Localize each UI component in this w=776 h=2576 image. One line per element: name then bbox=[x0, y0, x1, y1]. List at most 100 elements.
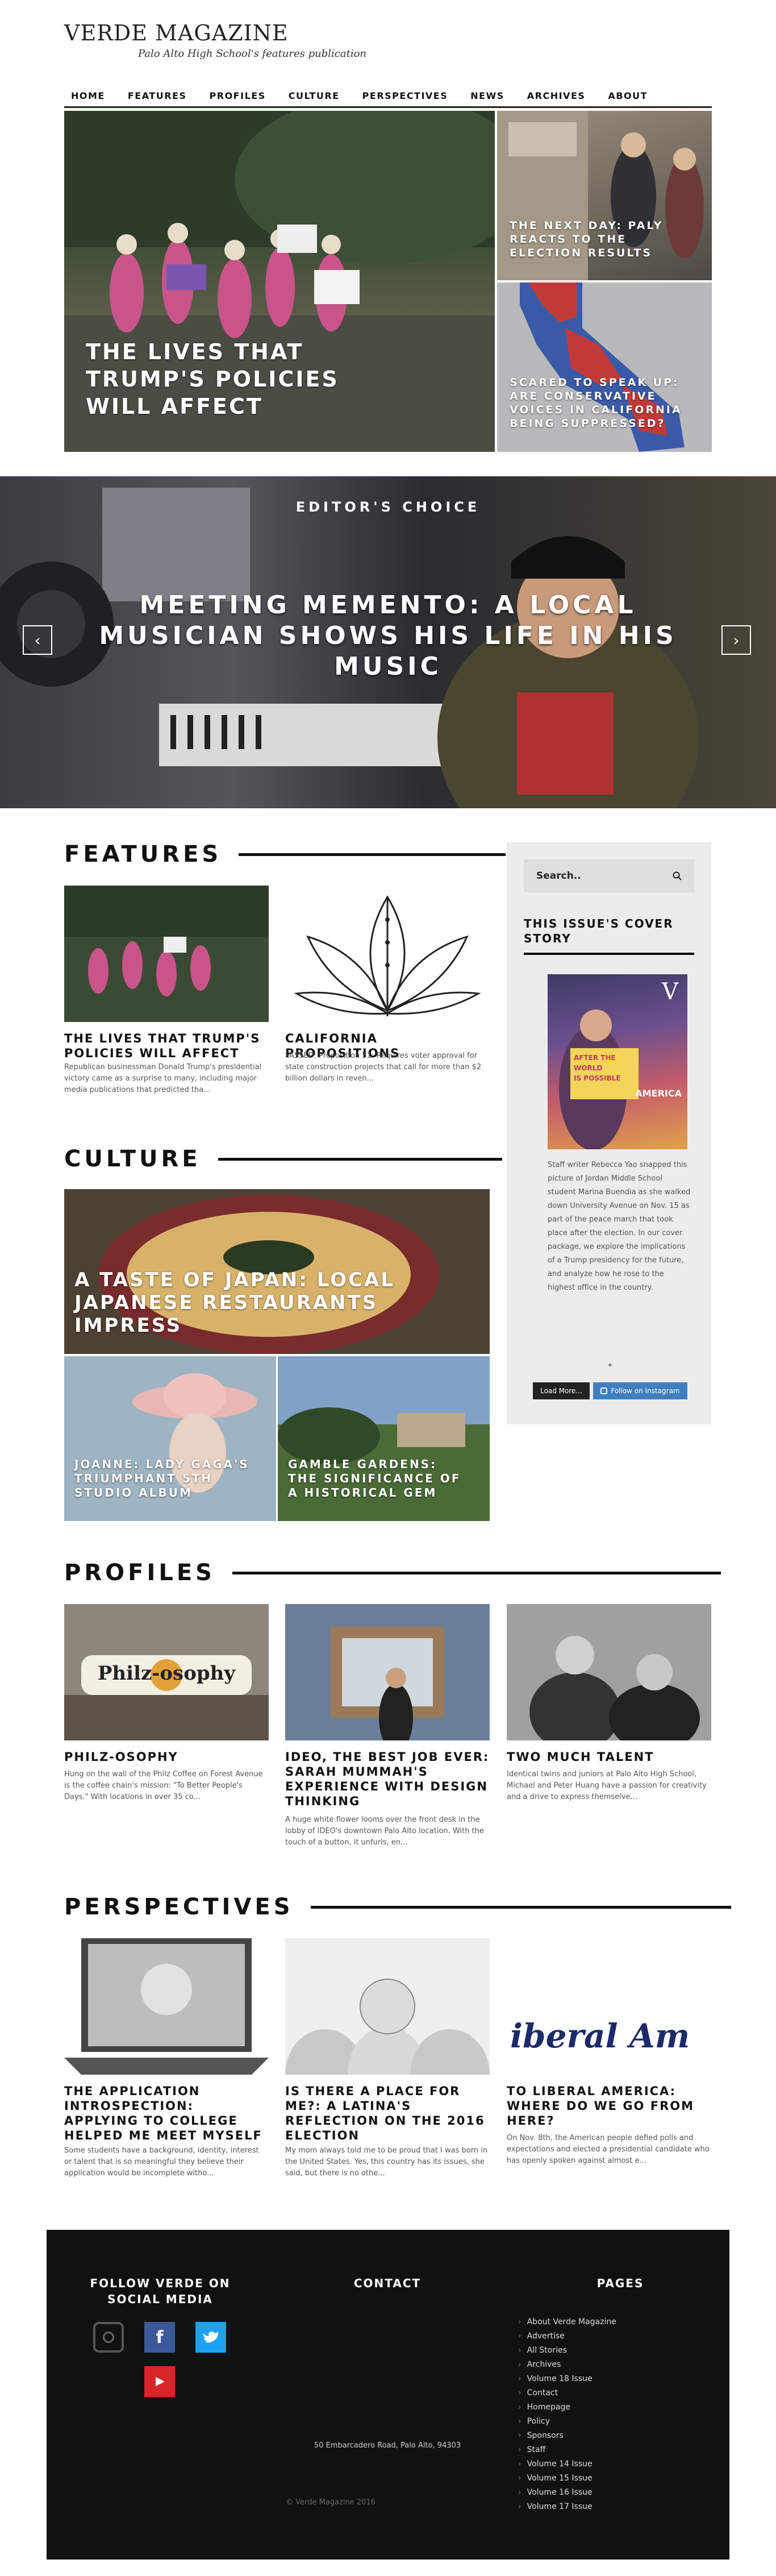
culture-heading: CULTURE bbox=[64, 1146, 502, 1172]
footer-page-link[interactable]: Contact bbox=[518, 2386, 616, 2400]
cover-sign-line-1: AFTER THE bbox=[574, 1054, 616, 1062]
nav-culture[interactable]: CULTURE bbox=[289, 90, 340, 101]
hero-side1-title[interactable]: THE NEXT DAY: PALY REACTS TO THE ELECTIO… bbox=[510, 219, 680, 260]
footer-page-link[interactable]: Volume 16 Issue bbox=[518, 2486, 616, 2500]
profiles-heading-text: PROFILES bbox=[64, 1560, 215, 1586]
sidebar: Search.. THIS ISSUE'S COVER STORY V AFTE… bbox=[507, 842, 711, 1424]
footer-page-link[interactable]: Volume 18 Issue bbox=[518, 2372, 616, 2386]
divider bbox=[239, 853, 506, 856]
perspectives-card-3-excerpt: On Nov. 8th, the American people defied … bbox=[507, 2134, 710, 2165]
youtube-icon[interactable] bbox=[144, 2366, 175, 2397]
cover-image[interactable]: V AFTER THE WORLD IS POSSIBLE AMERICA bbox=[548, 974, 687, 1149]
profiles-card-3-image[interactable] bbox=[507, 1604, 711, 1740]
cover-sign-line-2: WORLD bbox=[574, 1064, 603, 1072]
perspectives-card-2-title[interactable]: IS THERE A PLACE FOR ME?: A LATINA'S REF… bbox=[285, 2084, 490, 2143]
footer-page-link[interactable]: About Verde Magazine bbox=[518, 2315, 616, 2329]
footer-page-link[interactable]: Volume 17 Issue bbox=[518, 2500, 616, 2514]
profiles-card-1-excerpt: Hung on the wall of the Philz Coffee on … bbox=[64, 1770, 263, 1801]
slider-next-icon[interactable]: › bbox=[721, 625, 751, 655]
facebook-icon[interactable]: f bbox=[144, 2322, 175, 2353]
perspectives-heading: PERSPECTIVES bbox=[64, 1894, 731, 1920]
cover-caption: Staff writer Rebecca Yao snapped this pi… bbox=[548, 1161, 691, 1292]
profiles-card-1-title[interactable]: PHILZ-OSOPHY bbox=[64, 1750, 269, 1764]
site-tagline: Palo Alto High School's features publica… bbox=[138, 48, 367, 60]
hero-main-title[interactable]: THE LIVES THAT TRUMP'S POLICIES WILL AFF… bbox=[86, 338, 381, 420]
divider bbox=[232, 1571, 721, 1574]
features-card-2-image[interactable] bbox=[285, 886, 490, 1022]
perspectives-card-1-image[interactable] bbox=[64, 1938, 269, 2075]
nav-features[interactable]: FEATURES bbox=[128, 90, 187, 101]
culture-left-story[interactable]: JOANNE: LADY GAGA'S TRIUMPHANT 5TH STUDI… bbox=[64, 1356, 276, 1521]
footer: FOLLOW VERDE ON SOCIAL MEDIA f CONTACT 5… bbox=[47, 2230, 729, 2560]
cursor-icon: ⌖ bbox=[608, 1361, 612, 1370]
main-nav: HOME FEATURES PROFILES CULTURE PERSPECTI… bbox=[64, 85, 712, 108]
search-icon[interactable] bbox=[673, 871, 682, 880]
hero-side-story-2[interactable]: SCARED TO SPEAK UP: ARE CONSERVATIVE VOI… bbox=[497, 282, 712, 452]
features-card-1-image[interactable] bbox=[64, 886, 269, 1022]
divider bbox=[218, 1157, 502, 1161]
footer-page-link[interactable]: Advertise bbox=[518, 2329, 616, 2344]
liberal-america-script: iberal Am bbox=[510, 2017, 690, 2055]
editors-choice-slider[interactable]: EDITOR'S CHOICE MEETING MEMENTO: A LOCAL… bbox=[0, 476, 776, 808]
cover-sign-line-3: IS POSSIBLE bbox=[574, 1074, 621, 1082]
divider bbox=[310, 1905, 731, 1909]
twitter-icon[interactable] bbox=[195, 2322, 226, 2353]
nav-profiles[interactable]: PROFILES bbox=[210, 90, 266, 101]
nav-home[interactable]: HOME bbox=[71, 90, 105, 101]
slider-prev-icon[interactable]: ‹ bbox=[23, 625, 52, 655]
hero-side2-title[interactable]: SCARED TO SPEAK UP: ARE CONSERVATIVE VOI… bbox=[510, 376, 686, 430]
search-input[interactable]: Search.. bbox=[524, 859, 694, 892]
cover-story-heading: THIS ISSUE'S COVER STORY bbox=[524, 916, 694, 955]
culture-main-title[interactable]: A TASTE OF JAPAN: LOCAL JAPANESE RESTAUR… bbox=[74, 1269, 415, 1337]
footer-page-link[interactable]: Volume 14 Issue bbox=[518, 2457, 616, 2471]
perspectives-card-1-title[interactable]: THE APPLICATION INTROSPECTION: APPLYING … bbox=[64, 2084, 269, 2143]
footer-page-link[interactable]: Homepage bbox=[518, 2400, 616, 2415]
perspectives-card-3-title[interactable]: TO LIBERAL AMERICA: WHERE DO WE GO FROM … bbox=[507, 2084, 711, 2128]
hero-main-story[interactable]: THE LIVES THAT TRUMP'S POLICIES WILL AFF… bbox=[64, 111, 495, 452]
culture-left-title[interactable]: JOANNE: LADY GAGA'S TRIUMPHANT 5TH STUDI… bbox=[74, 1457, 256, 1500]
features-heading: FEATURES bbox=[64, 841, 506, 867]
instagram-icon[interactable] bbox=[93, 2322, 124, 2353]
profiles-card-2-title[interactable]: IDEO, THE BEST JOB EVER: SARAH MUMMAH'S … bbox=[285, 1750, 490, 1809]
features-card-2-excerpt: PASSED: Proposition 51: Requires voter a… bbox=[285, 1052, 482, 1083]
profiles-card-3-title[interactable]: TWO MUCH TALENT bbox=[507, 1750, 711, 1764]
editors-choice-label: EDITOR'S CHOICE bbox=[295, 499, 481, 515]
footer-page-link[interactable]: Staff bbox=[518, 2443, 616, 2457]
site-title[interactable]: VERDE MAGAZINE bbox=[64, 20, 366, 45]
footer-page-link[interactable]: Sponsors bbox=[518, 2429, 616, 2443]
nav-archives[interactable]: ARCHIVES bbox=[527, 90, 586, 101]
culture-main-story[interactable]: A TASTE OF JAPAN: LOCAL JAPANESE RESTAUR… bbox=[64, 1189, 490, 1354]
features-card-1-excerpt: Republican businessman Donald Trump's pr… bbox=[64, 1063, 262, 1094]
slider-headline[interactable]: MEETING MEMENTO: A LOCAL MUSICIAN SHOWS … bbox=[85, 590, 691, 682]
nav-perspectives[interactable]: PERSPECTIVES bbox=[362, 90, 448, 101]
follow-instagram-label: Follow on Instagram bbox=[611, 1387, 680, 1395]
footer-page-link[interactable]: Archives bbox=[518, 2358, 616, 2372]
footer-page-link[interactable]: All Stories bbox=[518, 2344, 616, 2358]
perspectives-card-1-excerpt: Some students have a background, identit… bbox=[64, 2146, 259, 2178]
load-more-button[interactable]: Load More... bbox=[533, 1382, 590, 1399]
footer-address: 50 Embarcadero Road, Palo Alto, 94303 bbox=[314, 2441, 461, 2450]
culture-right-title[interactable]: GAMBLE GARDENS: THE SIGNIFICANCE OF A HI… bbox=[288, 1457, 470, 1500]
profiles-card-1-image[interactable]: Philz-osophy bbox=[64, 1604, 269, 1740]
profiles-card-2-image[interactable] bbox=[285, 1604, 490, 1740]
philz-mural-text: Philz-osophy bbox=[97, 1662, 236, 1685]
play-icon bbox=[156, 2377, 165, 2386]
march-photo bbox=[64, 886, 269, 996]
masthead: VERDE MAGAZINE Palo Alto High School's f… bbox=[64, 20, 366, 60]
hero-side-story-1[interactable]: THE NEXT DAY: PALY REACTS TO THE ELECTIO… bbox=[497, 111, 712, 280]
nav-about[interactable]: ABOUT bbox=[608, 90, 648, 101]
perspectives-card-2-excerpt: My mom always told me to be proud that I… bbox=[285, 2146, 488, 2178]
cover-logo: V bbox=[662, 979, 678, 1005]
footer-pages-list: About Verde Magazine Advertise All Stori… bbox=[518, 2315, 616, 2514]
instagram-icon bbox=[600, 1387, 608, 1394]
footer-page-link[interactable]: Volume 15 Issue bbox=[518, 2471, 616, 2486]
nav-news[interactable]: NEWS bbox=[470, 90, 504, 101]
cover-headline: AMERICA bbox=[635, 1088, 682, 1099]
footer-social-title: FOLLOW VERDE ON SOCIAL MEDIA bbox=[90, 2276, 231, 2306]
follow-instagram-button[interactable]: Follow on Instagram bbox=[593, 1382, 687, 1399]
perspectives-card-3-image[interactable]: iberal Am bbox=[507, 1938, 711, 2075]
culture-right-story[interactable]: GAMBLE GARDENS: THE SIGNIFICANCE OF A HI… bbox=[278, 1356, 490, 1521]
perspectives-card-2-image[interactable] bbox=[285, 1938, 490, 2075]
footer-page-link[interactable]: Policy bbox=[518, 2415, 616, 2429]
features-card-1-title[interactable]: THE LIVES THAT TRUMP'S POLICIES WILL AFF… bbox=[64, 1031, 269, 1061]
